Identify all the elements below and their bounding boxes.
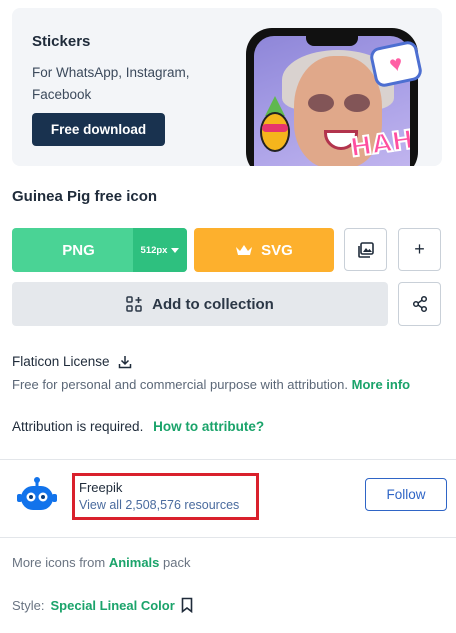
style-info: Style: Special Lineal Color	[12, 597, 193, 613]
collection-add-icon	[126, 296, 142, 312]
plus-icon: +	[414, 239, 425, 259]
divider	[0, 459, 456, 460]
more-info-link[interactable]: More info	[352, 377, 411, 392]
license-title: Flaticon License	[12, 354, 132, 369]
attribution-notice: Attribution is required. How to attribut…	[12, 419, 264, 434]
license-title-text: Flaticon License	[12, 354, 110, 369]
pack-suffix: pack	[163, 555, 191, 570]
image-gallery-icon	[357, 241, 374, 258]
license-description: Free for personal and commercial purpose…	[12, 377, 410, 392]
png-size-value: 512px	[140, 244, 168, 256]
add-collection-label: Add to collection	[152, 295, 274, 313]
style-link[interactable]: Special Lineal Color	[51, 598, 175, 613]
svg-download-button[interactable]: SVG	[194, 228, 334, 272]
freepik-robot-avatar[interactable]	[16, 476, 58, 516]
follow-button[interactable]: Follow	[365, 478, 447, 511]
stickers-promo-banner[interactable]: Stickers For WhatsApp, Instagram, Facebo…	[12, 8, 442, 166]
divider	[0, 537, 456, 538]
pack-info: More icons from Animals pack	[12, 555, 191, 570]
style-label: Style:	[12, 597, 45, 613]
bookmark-icon[interactable]	[181, 597, 193, 613]
free-download-button[interactable]: Free download	[32, 113, 165, 146]
promo-title: Stickers	[32, 33, 91, 50]
chevron-down-icon	[171, 247, 180, 253]
heart-icon: ♥	[386, 49, 405, 78]
icon-title: Guinea Pig free icon	[12, 188, 158, 205]
edit-icon-button[interactable]	[344, 228, 387, 271]
how-to-attribute-link[interactable]: How to attribute?	[153, 419, 264, 434]
author-info-highlight[interactable]: Freepik View all 2,508,576 resources	[72, 473, 259, 520]
promo-subtitle: For WhatsApp, Instagram, Facebook	[32, 65, 190, 102]
add-to-collection-button[interactable]: Add to collection	[12, 282, 388, 326]
author-name[interactable]: Freepik	[79, 480, 256, 495]
png-label[interactable]: PNG	[12, 228, 133, 272]
attribution-text: Attribution is required.	[12, 419, 144, 434]
pack-prefix: More icons from	[12, 555, 106, 570]
png-size-dropdown[interactable]: 512px	[133, 228, 187, 272]
crown-icon	[236, 245, 253, 255]
png-download-button[interactable]: PNG 512px	[12, 228, 187, 272]
pineapple-sticker	[252, 96, 298, 154]
license-description-text: Free for personal and commercial purpose…	[12, 377, 348, 392]
animals-pack-link[interactable]: Animals	[109, 555, 160, 570]
author-resources-link[interactable]: View all 2,508,576 resources	[79, 498, 256, 512]
share-button[interactable]	[398, 282, 441, 326]
more-options-button[interactable]: +	[398, 228, 441, 271]
svg-label: SVG	[261, 241, 293, 259]
download-icon[interactable]	[118, 355, 132, 369]
share-icon	[412, 295, 427, 313]
